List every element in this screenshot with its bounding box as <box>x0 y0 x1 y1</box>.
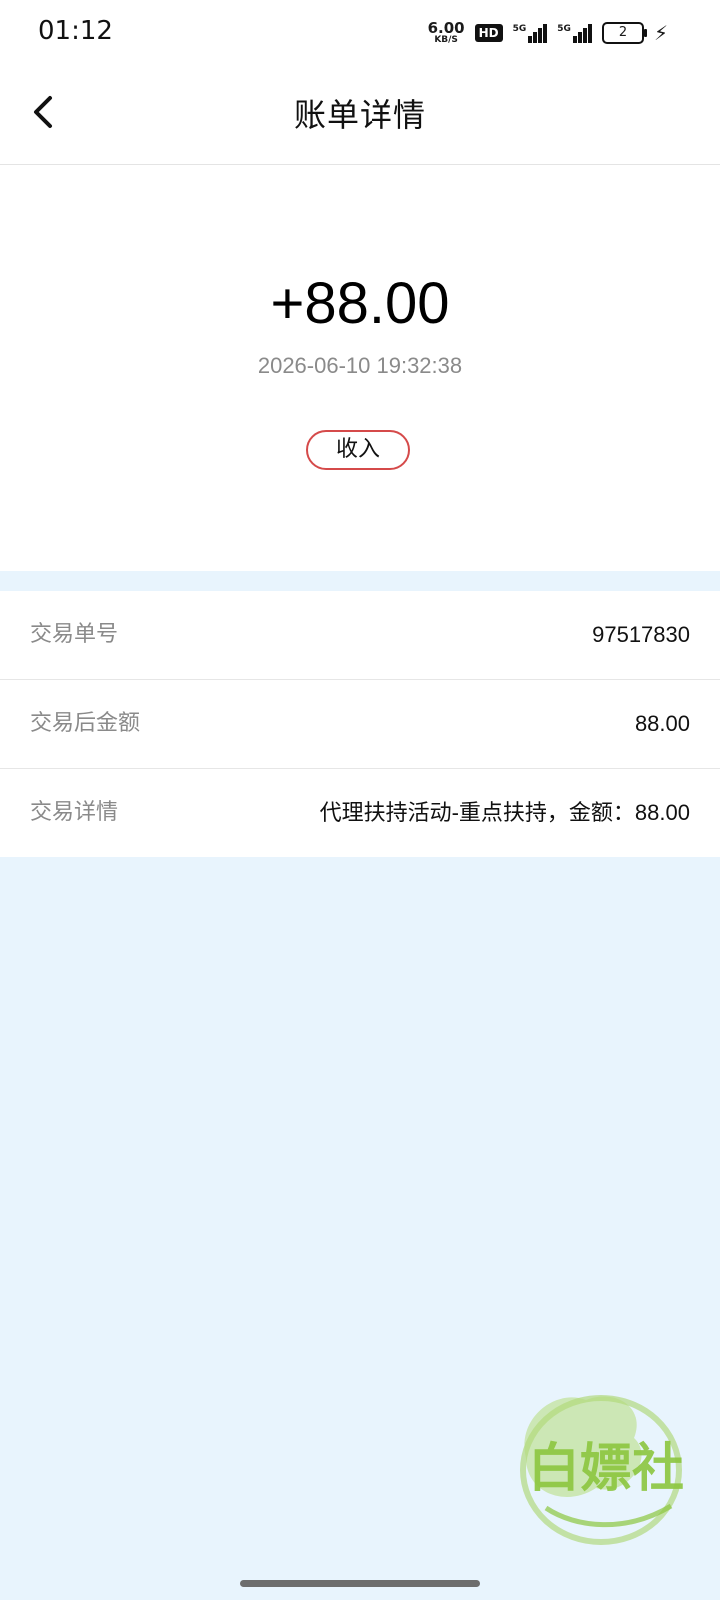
detail-value: 88.00 <box>634 711 690 736</box>
network-speed-unit: KB/S <box>434 35 458 45</box>
transaction-datetime: 2026-06-10 19:32:38 <box>257 353 463 378</box>
watermark-logo: 白嫖社 <box>520 1395 684 1545</box>
detail-row-description: 交易详情 代理扶持活动-重点扶持，金额：88.00 <box>0 769 720 857</box>
watermark-text: 白嫖社 <box>528 1439 684 1499</box>
charging-icon: ⚡ <box>653 21 668 45</box>
page-title: 账单详情 <box>293 96 426 134</box>
battery-icon: 2 <box>601 22 647 44</box>
signal-type-label: 5G <box>557 23 571 34</box>
transaction-summary: +88.00 2026-06-10 19:32:38 收入 <box>0 165 720 571</box>
signal-icon: 5G <box>512 23 548 43</box>
detail-label: 交易详情 <box>30 800 119 825</box>
detail-row-balance-after: 交易后金额 88.00 <box>0 680 720 769</box>
battery-level: 2 <box>618 25 628 40</box>
signal-icon: 5G <box>557 23 592 43</box>
signal-type-label: 5G <box>512 23 527 34</box>
detail-row-transaction-id: 交易单号 97517830 <box>0 591 720 680</box>
detail-value: 代理扶持活动-重点扶持，金额：88.00 <box>319 800 690 825</box>
network-speed: 6.00 KB/S <box>428 21 465 45</box>
detail-label: 交易单号 <box>30 622 119 647</box>
hd-icon: HD <box>474 24 503 42</box>
status-time: 01:12 <box>38 16 113 46</box>
status-icons: 6.00 KB/S HD 5G 5G 2 ⚡ <box>428 18 668 48</box>
transaction-amount: +88.00 <box>270 271 450 336</box>
home-indicator[interactable] <box>240 1580 480 1587</box>
transaction-type-badge: 收入 <box>306 430 410 470</box>
detail-label: 交易后金额 <box>30 711 141 736</box>
navigation-bar: 账单详情 <box>0 64 720 165</box>
detail-value: 97517830 <box>592 622 690 647</box>
status-bar: 01:12 6.00 KB/S HD 5G 5G 2 ⚡ <box>0 0 720 64</box>
network-speed-value: 6.00 <box>427 19 465 37</box>
transaction-details: 交易单号 97517830 交易后金额 88.00 交易详情 代理扶持活动-重点… <box>0 591 720 857</box>
